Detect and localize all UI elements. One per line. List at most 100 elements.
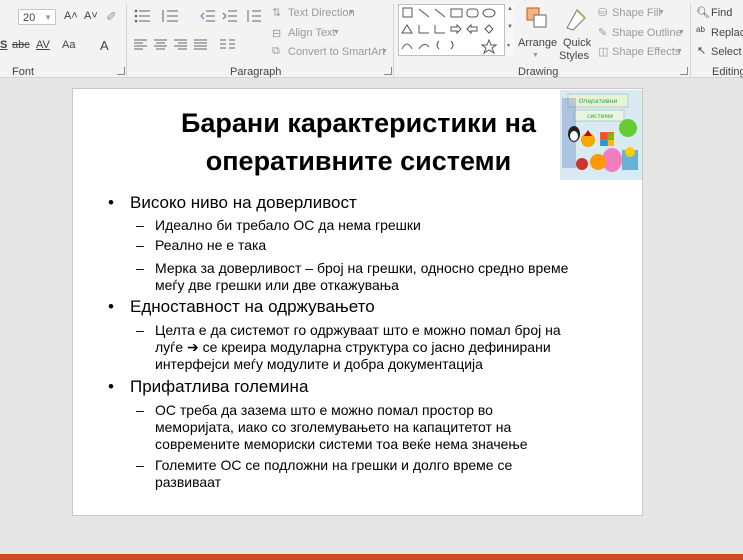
sub-bullet-text: развиваат [155, 474, 222, 490]
sub-bullet-2-1[interactable]: – Целта е да системот го одржуваат што е … [136, 322, 561, 373]
text-direction-button[interactable]: Text Direction [288, 7, 355, 19]
chevron-down-icon: ▼ [676, 48, 683, 55]
select-button[interactable]: Select [711, 46, 742, 58]
bullet-marker: • [108, 193, 114, 212]
triangle-shape-icon [401, 24, 413, 34]
curve-shape-icon [418, 43, 430, 50]
more-icon[interactable]: ▾ [507, 42, 510, 49]
numbering-icon[interactable] [162, 9, 180, 23]
sub-bullet-3-1[interactable]: – ОС треба да зазема што е можно помал пр… [136, 402, 528, 453]
change-case-button[interactable]: Aa [62, 39, 75, 51]
strikethrough-button[interactable]: abc [12, 39, 30, 51]
char-spacing-button[interactable]: AV [36, 39, 50, 51]
scroll-down-icon[interactable]: ▼ [507, 24, 513, 30]
chevron-down-icon: ▼ [678, 29, 685, 36]
sub-bullet-text: интерфејси меѓу модулите и добра докумен… [155, 356, 483, 372]
scroll-up-icon[interactable]: ▲ [507, 6, 513, 12]
bullet-1[interactable]: • Високо ниво на доверливост [108, 193, 357, 213]
align-text-button[interactable]: Align Text [288, 27, 336, 39]
shapes-gallery-icons [401, 7, 498, 55]
shape-effects-icon: ◫ [598, 46, 609, 58]
drawing-dialog-launcher[interactable] [680, 67, 688, 75]
align-center-icon[interactable] [154, 39, 168, 51]
slide-title-line2[interactable]: оперативните системи [73, 146, 644, 177]
shapes-gallery[interactable] [398, 4, 515, 56]
arrange-button[interactable]: Arrange [518, 37, 557, 49]
columns-icon[interactable] [220, 39, 236, 51]
arc-shape-icon [401, 43, 413, 50]
font-color-button[interactable]: A [100, 38, 109, 53]
decrease-indent-icon[interactable] [200, 9, 216, 23]
shape-outline-button[interactable]: Shape Outline [612, 27, 682, 39]
status-bar [0, 554, 743, 560]
star-shape-icon [480, 38, 498, 55]
paragraph-dialog-launcher[interactable] [384, 67, 392, 75]
shape-effects-button[interactable]: Shape Effects [612, 46, 680, 58]
bullet-3[interactable]: • Прифатлива големина [108, 377, 309, 397]
sub-bullet-1-1[interactable]: – Идеално би требало ОС да нема грешки [136, 217, 421, 234]
chevron-down-icon: ▼ [381, 48, 388, 55]
sub-bullet-text: Идеално би требало ОС да нема грешки [155, 217, 421, 233]
os-logo-image: Оперативни системи [560, 90, 642, 180]
align-text-icon: ⊟ [272, 28, 282, 40]
chevron-down-icon: ▼ [333, 29, 340, 36]
align-left-icon[interactable] [134, 39, 148, 51]
shrink-font-button[interactable]: A˅ [84, 10, 98, 22]
chevron-down-icon: ▼ [658, 9, 665, 16]
font-size-box[interactable]: 20 ▼ [18, 9, 56, 25]
sub-bullet-text: Реално не е така [155, 237, 267, 253]
dash-marker: – [136, 457, 144, 473]
grow-font-button[interactable]: A˄ [64, 10, 78, 22]
text-direction-icon: ⇅ [272, 7, 282, 19]
bullets-icon[interactable] [134, 9, 152, 23]
left-arrow-shape-icon [466, 23, 478, 35]
chevron-down-icon: ▼ [532, 52, 539, 59]
font-size-value: 20 [23, 12, 36, 24]
drawing-group-label: Drawing [518, 66, 559, 78]
sub-bullet-3-2[interactable]: – Големите ОС се подложни на грешки и дол… [136, 457, 513, 491]
line-spacing-icon[interactable] [246, 9, 262, 23]
ribbon: 20 ▼ A˄ A˅ ✐ S abc AV Aa A Font ⇅ Text D… [0, 0, 743, 78]
font-group-label: Font [12, 66, 35, 78]
dash-marker: – [136, 260, 144, 276]
justify-icon[interactable] [194, 39, 208, 51]
clear-formatting-icon[interactable]: ✐ [106, 9, 117, 25]
quick-styles-line1[interactable]: Quick [563, 37, 591, 49]
rounded-rect-shape-icon [466, 8, 479, 18]
sub-bullet-text: меѓу две грешки или две откажувања [155, 277, 399, 293]
quick-styles-line2[interactable]: Styles [559, 50, 589, 62]
bullet-marker: • [108, 297, 114, 316]
sub-bullet-text: ОС треба да зазема што е можно помал про… [155, 402, 493, 418]
sub-bullet-1-3[interactable]: – Мерка за доверливост – број на грешки, … [136, 260, 568, 294]
logo-text-line1: Оперативни [579, 98, 618, 105]
find-button[interactable]: Find [711, 7, 732, 19]
separator [126, 4, 127, 76]
font-dialog-launcher[interactable] [117, 67, 125, 75]
elbow-arrow-icon [434, 25, 445, 34]
sub-bullet-1-2[interactable]: – Реално не е така [136, 237, 267, 254]
dash-marker: – [136, 322, 144, 338]
convert-smartart-button[interactable]: Convert to SmartArt [288, 46, 385, 58]
sub-bullet-text: Големите ОС се подложни на грешки и долг… [155, 457, 513, 473]
replace-button[interactable]: Replace [711, 27, 743, 39]
shape-fill-icon: ⛁ [598, 7, 608, 19]
diamond-shape-icon [484, 24, 494, 34]
elbow-connector-icon [418, 25, 429, 34]
shadow-button[interactable]: S [0, 39, 7, 51]
gallery-scroll[interactable]: ▲ ▼ ▾ [504, 4, 515, 56]
increase-indent-icon[interactable] [222, 9, 238, 23]
align-right-icon[interactable] [174, 39, 188, 51]
sub-bullet-text: луѓе ➔ се креира модуларна структура со … [155, 339, 551, 355]
shape-fill-button[interactable]: Shape Fill [612, 7, 661, 19]
dash-marker: – [136, 217, 144, 233]
bullet-3-text: Прифатлива големина [130, 377, 309, 396]
slide-title-line1[interactable]: Барани карактеристики на [73, 108, 644, 139]
sub-bullet-text: меморијата, иако со зголемувањето на кап… [155, 419, 512, 435]
dash-marker: – [136, 237, 144, 253]
logo-text-line2: системи [587, 113, 613, 120]
bullet-2[interactable]: • Едноставност на одржувањето [108, 297, 375, 317]
oval-shape-icon [482, 8, 496, 18]
slide-canvas[interactable]: Барани карактеристики на оперативните си… [72, 88, 643, 516]
find-icon: 🔍︎ [696, 7, 710, 19]
right-arrow-shape-icon [450, 23, 462, 35]
